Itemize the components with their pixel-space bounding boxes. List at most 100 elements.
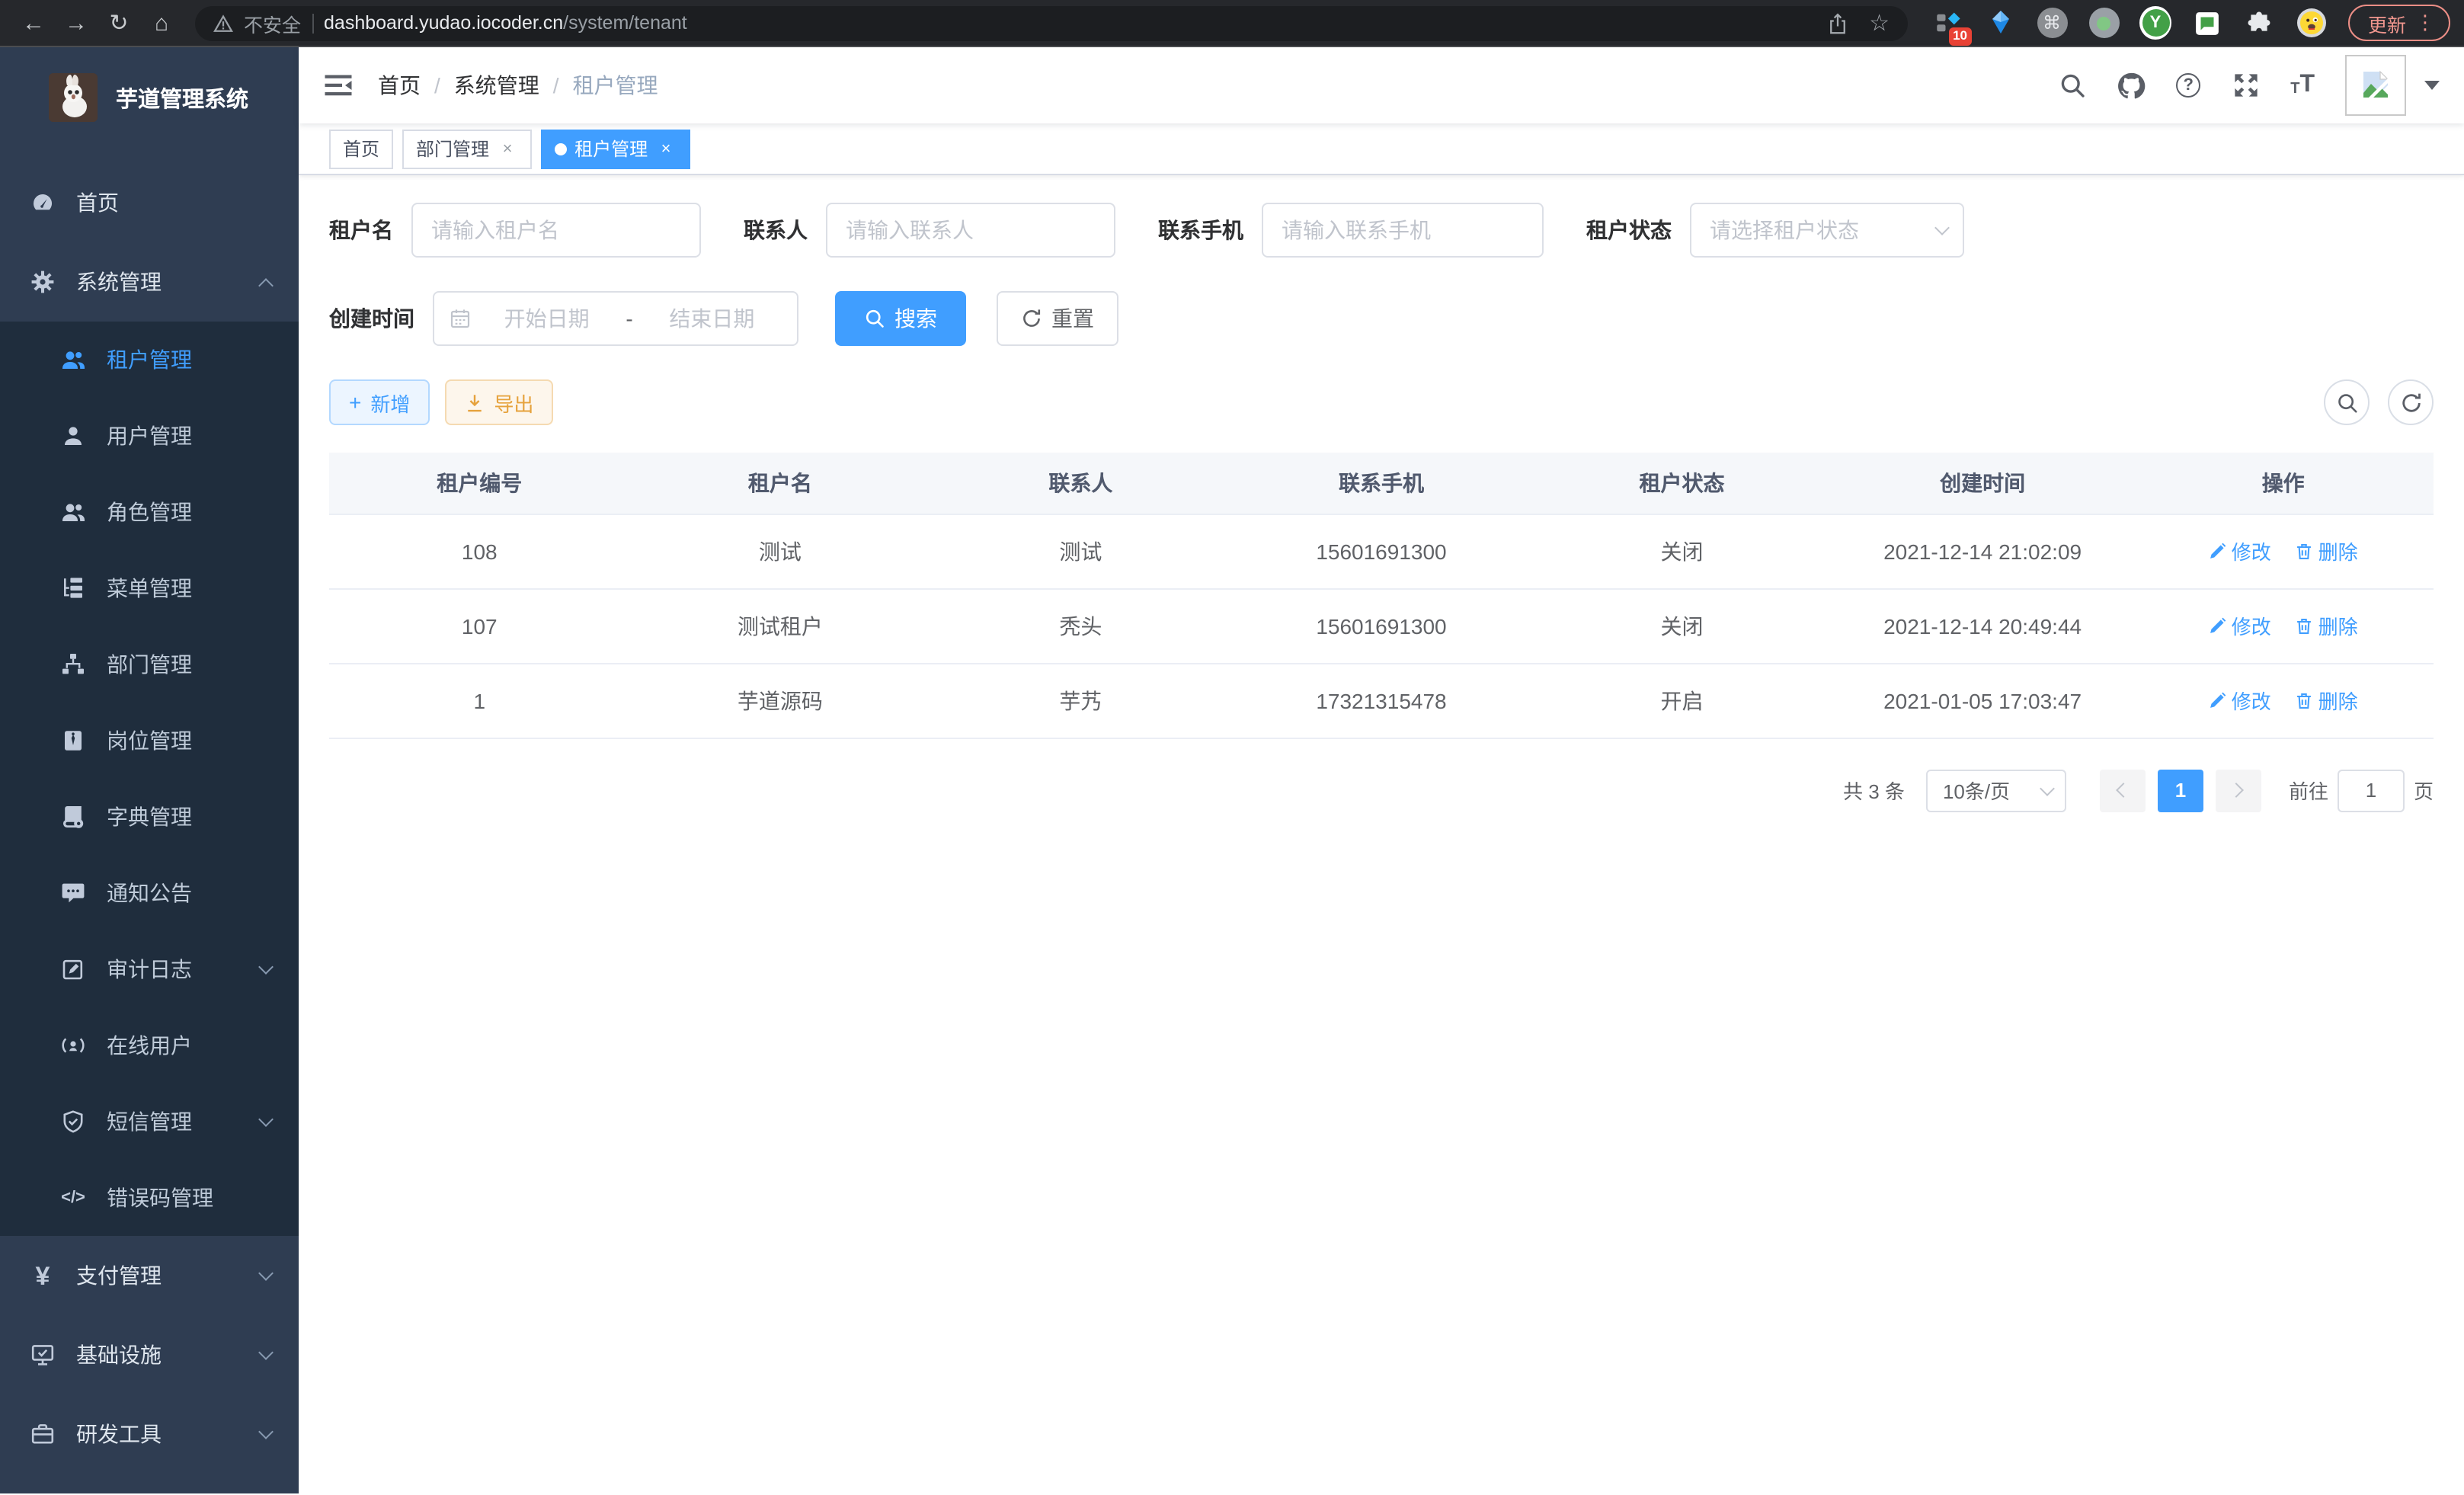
reset-button[interactable]: 重置 bbox=[997, 291, 1118, 346]
browser-home-icon[interactable]: ⌂ bbox=[143, 5, 180, 41]
browser-update-button[interactable]: 更新 ⋮ bbox=[2348, 5, 2450, 41]
browser-menu-dots-icon[interactable]: ⋮ bbox=[2415, 11, 2435, 35]
mobile-input[interactable] bbox=[1262, 203, 1544, 258]
end-date-placeholder[interactable]: 结束日期 bbox=[642, 303, 782, 334]
browser-reload-icon[interactable]: ↻ bbox=[101, 5, 137, 41]
export-button[interactable]: 导出 bbox=[445, 379, 553, 425]
toggle-search-button[interactable] bbox=[2324, 379, 2370, 425]
cell-mobile: 15601691300 bbox=[1231, 514, 1532, 588]
peoples-icon bbox=[61, 347, 85, 372]
sidebar-item-tenant[interactable]: 租户管理 bbox=[0, 322, 299, 398]
current-page-button[interactable]: 1 bbox=[2158, 769, 2203, 812]
app-title: 芋道管理系统 bbox=[116, 82, 248, 114]
breadcrumb-home[interactable]: 首页 bbox=[378, 70, 421, 101]
security-label[interactable]: 不安全 bbox=[244, 8, 301, 37]
browser-toolbar: ← → ↻ ⌂ 不安全 dashboard.yudao.iocoder.cn/s… bbox=[0, 0, 2464, 47]
money-icon: ¥ bbox=[30, 1263, 55, 1288]
app-logo[interactable]: 芋道管理系统 bbox=[0, 47, 299, 148]
fullscreen-icon[interactable] bbox=[2231, 71, 2260, 100]
browser-back-icon[interactable]: ← bbox=[15, 5, 52, 41]
add-button[interactable]: + 新增 bbox=[329, 379, 430, 425]
delete-link[interactable]: 删除 bbox=[2296, 536, 2358, 565]
warning-icon bbox=[213, 13, 233, 33]
delete-icon bbox=[2296, 691, 2314, 709]
sidebar-item-dev-tools[interactable]: 研发工具 bbox=[0, 1394, 299, 1474]
sidebar-item-menu[interactable]: 菜单管理 bbox=[0, 550, 299, 626]
share-icon[interactable] bbox=[1826, 11, 1848, 34]
prev-page-button[interactable] bbox=[2100, 769, 2146, 812]
edit-link[interactable]: 修改 bbox=[2209, 536, 2271, 565]
code-icon: </> bbox=[61, 1186, 85, 1210]
delete-link[interactable]: 删除 bbox=[2296, 686, 2358, 715]
tag-dept[interactable]: 部门管理 × bbox=[402, 129, 532, 168]
next-page-button[interactable] bbox=[2216, 769, 2261, 812]
cell-tenant-id: 1 bbox=[329, 663, 630, 738]
tenant-name-input[interactable] bbox=[411, 203, 701, 258]
cell-contact: 秃头 bbox=[930, 588, 1231, 663]
status-select[interactable]: 请选择租户状态 bbox=[1690, 203, 1964, 258]
search-button[interactable]: 搜索 bbox=[835, 291, 966, 346]
page-url[interactable]: dashboard.yudao.iocoder.cn/system/tenant bbox=[324, 12, 687, 34]
sidebar-item-home[interactable]: 首页 bbox=[0, 163, 299, 242]
start-date-placeholder[interactable]: 开始日期 bbox=[477, 303, 616, 334]
refresh-table-button[interactable] bbox=[2388, 379, 2434, 425]
sidebar-item-online-users[interactable]: 在线用户 bbox=[0, 1007, 299, 1084]
extensions-puzzle-icon[interactable] bbox=[2243, 7, 2275, 39]
cell-tenant-id: 107 bbox=[329, 588, 630, 663]
badge-icon bbox=[61, 728, 85, 753]
extension-chat-icon[interactable] bbox=[2191, 7, 2223, 39]
create-time-range-picker[interactable]: 开始日期 - 结束日期 bbox=[433, 291, 798, 346]
col-tenant-name: 租户名 bbox=[630, 453, 931, 514]
page-size-select[interactable]: 10条/页 bbox=[1926, 769, 2066, 812]
avatar-caret-icon[interactable] bbox=[2424, 81, 2440, 90]
browser-forward-icon[interactable]: → bbox=[58, 5, 94, 41]
edit-link[interactable]: 修改 bbox=[2209, 686, 2271, 715]
user-avatar[interactable] bbox=[2345, 55, 2406, 116]
tag-close-icon[interactable]: × bbox=[497, 139, 518, 158]
delete-link[interactable]: 删除 bbox=[2296, 611, 2358, 640]
goto-page-input[interactable] bbox=[2338, 769, 2405, 812]
sidebar-item-sms[interactable]: 短信管理 bbox=[0, 1084, 299, 1160]
extension-command-icon[interactable]: ⌘ bbox=[2036, 7, 2068, 39]
extension-kite-icon[interactable] bbox=[1984, 7, 2016, 39]
sidebar-item-role[interactable]: 角色管理 bbox=[0, 474, 299, 550]
plus-icon: + bbox=[349, 390, 361, 415]
extension-recorder-icon[interactable] bbox=[2088, 7, 2120, 39]
sidebar-item-pay[interactable]: ¥ 支付管理 bbox=[0, 1236, 299, 1315]
help-icon[interactable]: ? bbox=[2176, 73, 2200, 98]
sidebar-item-dept[interactable]: 部门管理 bbox=[0, 626, 299, 703]
edit-link[interactable]: 修改 bbox=[2209, 611, 2271, 640]
sidebar-item-system[interactable]: 系统管理 bbox=[0, 242, 299, 322]
tag-home[interactable]: 首页 bbox=[329, 129, 393, 168]
sidebar-item-dict[interactable]: 字典管理 bbox=[0, 779, 299, 855]
contact-input[interactable] bbox=[826, 203, 1115, 258]
extension-yudao-icon[interactable]: Y bbox=[2139, 7, 2171, 39]
cell-status: 开启 bbox=[1531, 663, 1832, 738]
cell-actions: 修改 删除 bbox=[2133, 514, 2434, 588]
chevron-down-icon bbox=[258, 1266, 274, 1281]
sidebar-item-infra[interactable]: 基础设施 bbox=[0, 1315, 299, 1394]
edit-log-icon bbox=[61, 957, 85, 981]
tag-tenant-active[interactable]: 租户管理 × bbox=[541, 129, 690, 168]
profile-avatar-icon[interactable] bbox=[2295, 7, 2327, 39]
font-size-icon[interactable]: TT bbox=[2290, 73, 2315, 98]
monitor-icon bbox=[30, 1343, 55, 1367]
sidebar-item-notice[interactable]: 通知公告 bbox=[0, 855, 299, 931]
address-bar[interactable]: 不安全 dashboard.yudao.iocoder.cn/system/te… bbox=[195, 5, 1908, 40]
extensions-row: 10 ⌘ Y bbox=[1932, 7, 2327, 39]
github-icon[interactable] bbox=[2117, 71, 2146, 100]
date-separator: - bbox=[622, 306, 635, 331]
extension-blocker-icon[interactable]: 10 bbox=[1932, 7, 1964, 39]
sidebar-collapse-icon[interactable] bbox=[323, 70, 354, 101]
gear-icon bbox=[30, 270, 55, 294]
tag-close-icon[interactable]: × bbox=[655, 139, 677, 158]
header-search-icon[interactable] bbox=[2057, 71, 2086, 100]
create-time-label: 创建时间 bbox=[329, 303, 414, 334]
sidebar-item-user[interactable]: 用户管理 bbox=[0, 398, 299, 474]
sidebar-item-post[interactable]: 岗位管理 bbox=[0, 703, 299, 779]
cell-actions: 修改 删除 bbox=[2133, 663, 2434, 738]
sidebar-item-audit-log[interactable]: 审计日志 bbox=[0, 931, 299, 1007]
bookmark-star-icon[interactable]: ☆ bbox=[1869, 9, 1890, 37]
sidebar-item-error-code[interactable]: </> 错误码管理 bbox=[0, 1160, 299, 1236]
breadcrumb-section[interactable]: 系统管理 bbox=[454, 70, 539, 101]
